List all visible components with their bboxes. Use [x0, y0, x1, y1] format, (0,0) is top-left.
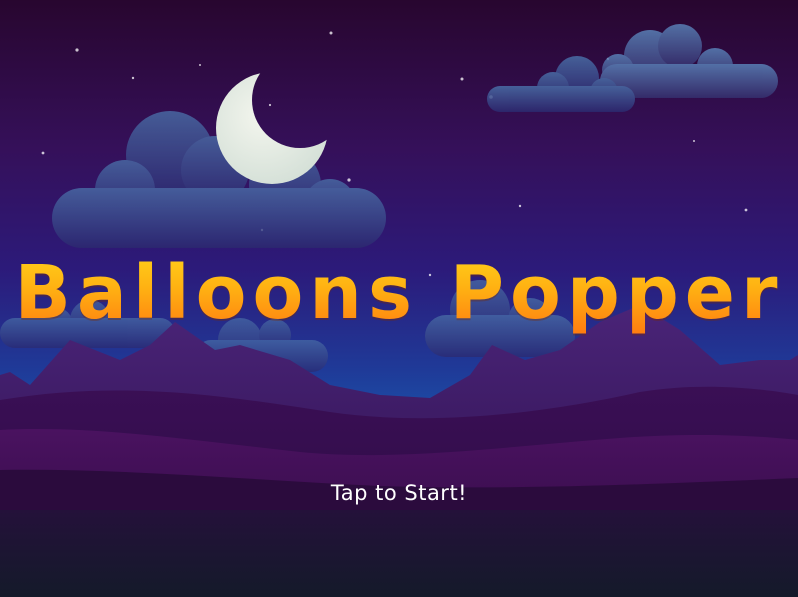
- ground: [0, 510, 798, 597]
- game-title: Balloons Popper: [0, 250, 798, 336]
- tap-to-start-button[interactable]: Tap to Start!: [0, 481, 798, 505]
- game-start-screen[interactable]: Balloons Popper Tap to Start!: [0, 0, 798, 597]
- crescent-moon-icon: [200, 60, 340, 200]
